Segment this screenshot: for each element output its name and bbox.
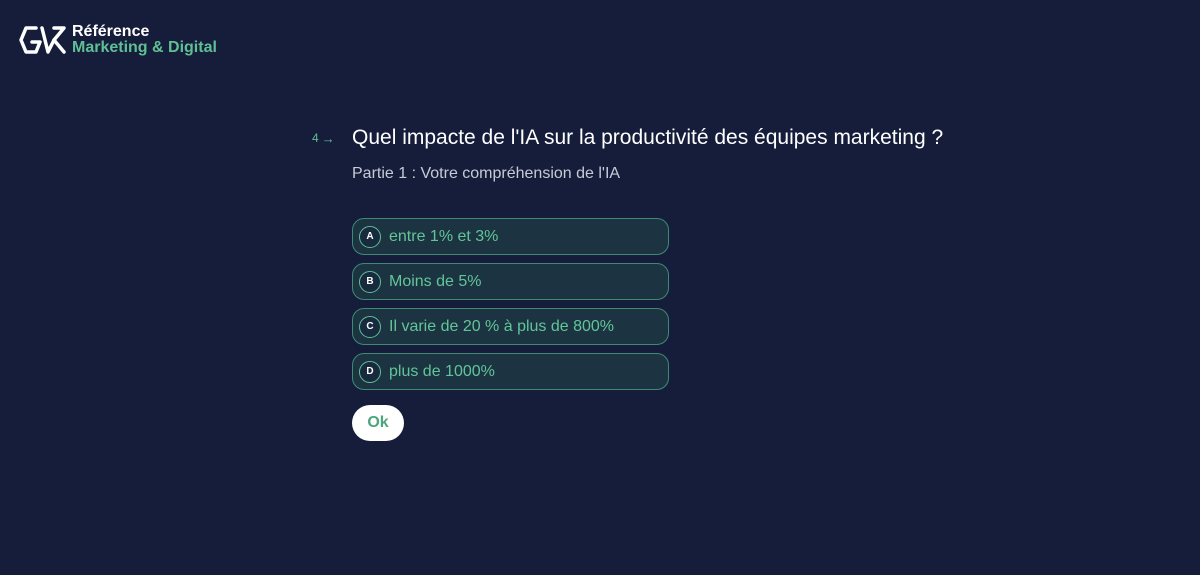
brand-line2: Marketing & Digital [72, 39, 217, 56]
arrow-right-icon: → [321, 130, 335, 146]
brand-logo[interactable]: Référence Marketing & Digital [18, 22, 217, 58]
option-d[interactable]: D plus de 1000% [352, 353, 669, 390]
option-key-badge: D [359, 360, 381, 383]
brand-line1: Référence [72, 23, 150, 40]
question-subtitle: Partie 1 : Votre compréhension de l'IA [352, 165, 621, 182]
question-number-value: 4 [312, 131, 319, 145]
question-header: 4 → Quel impacte de l'IA sur la producti… [312, 126, 943, 150]
logo-icon [19, 26, 66, 54]
option-b[interactable]: B Moins de 5% [352, 263, 669, 300]
brand-name: Référence Marketing & Digital [72, 24, 217, 56]
option-label: Il varie de 20 % à plus de 800% [389, 317, 615, 335]
option-label: plus de 1000% [389, 362, 495, 380]
option-key-badge: B [359, 270, 381, 293]
survey-page: Référence Marketing & Digital 4 → Quel i… [0, 0, 1200, 575]
option-key-badge: C [359, 315, 381, 338]
answer-options: A entre 1% et 3% B Moins de 5% C Il vari… [352, 218, 669, 398]
question-title: Quel impacte de l'IA sur la productivité… [352, 126, 944, 149]
option-c[interactable]: C Il varie de 20 % à plus de 800% [352, 308, 669, 345]
option-a[interactable]: A entre 1% et 3% [352, 218, 669, 255]
option-label: Moins de 5% [389, 272, 482, 290]
option-label: entre 1% et 3% [389, 227, 499, 245]
ok-button[interactable]: Ok [352, 405, 404, 441]
question-number: 4 → [312, 131, 352, 146]
option-key-badge: A [359, 225, 381, 248]
